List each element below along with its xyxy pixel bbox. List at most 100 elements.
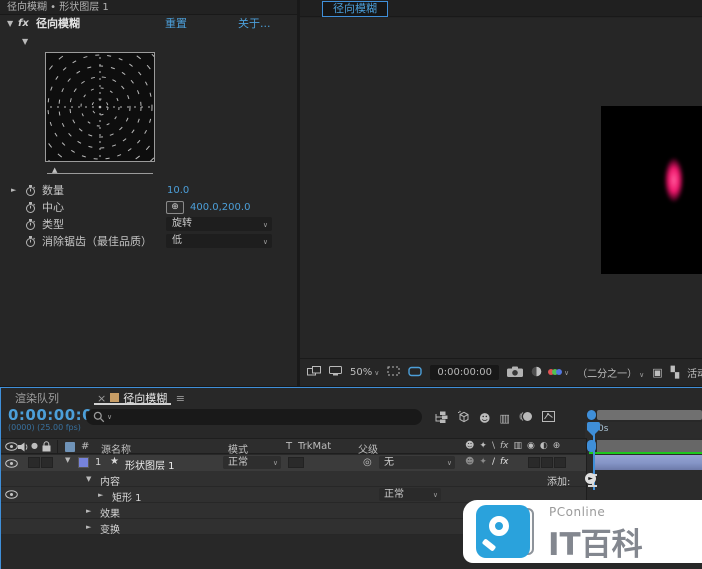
switch-box[interactable]	[541, 457, 553, 468]
work-area-bar[interactable]	[597, 440, 702, 452]
shy-icon[interactable]: ☻	[465, 441, 474, 451]
magnification-value: 50%	[350, 367, 372, 378]
frame-blend-icon[interactable]: ▥	[513, 441, 522, 451]
solo-icon[interactable]: ●	[31, 441, 38, 450]
comp-mini-flowchart-icon[interactable]	[433, 411, 448, 426]
column-mode[interactable]: 模式	[228, 441, 248, 456]
fx-toggle[interactable]: fx	[500, 457, 509, 467]
lock-icon[interactable]	[42, 441, 51, 455]
transparency-grid-icon[interactable]: ▚	[671, 366, 679, 379]
layer-color-chip[interactable]	[78, 457, 89, 468]
eye-icon[interactable]	[5, 442, 18, 454]
label-tag-icon[interactable]	[65, 442, 75, 452]
snapshot-camera-icon[interactable]	[507, 366, 523, 380]
contents-label: 内容	[100, 473, 120, 488]
fx-badge[interactable]: fx	[18, 15, 29, 33]
magnifier-handle	[482, 538, 497, 551]
parent-dropdown[interactable]: 无 ∨	[379, 456, 455, 469]
layer-number-column[interactable]: #	[81, 441, 89, 452]
panel-menu-icon[interactable]: ≡	[176, 392, 185, 405]
amount-value[interactable]: 10.0	[167, 182, 189, 199]
layer-name[interactable]: 形状图层 1	[125, 457, 175, 472]
rect-blend-mode-dropdown[interactable]: 正常 ∨	[379, 488, 441, 501]
motion-blur-icon[interactable]: ◉	[527, 441, 535, 451]
active-camera-select[interactable]: 活动摄	[687, 365, 702, 380]
timeline-search-input[interactable]: ∨	[86, 409, 422, 425]
property-row-antialias: 消除锯齿（最佳品质） 低 ∨	[0, 233, 297, 250]
collapse-preview-icon[interactable]: ▼	[22, 37, 28, 46]
amount-label: 数量	[42, 182, 64, 199]
column-parent[interactable]: 父级	[358, 441, 378, 456]
comp-viewer[interactable]	[300, 18, 702, 358]
expand-rect-icon[interactable]: ►	[98, 491, 103, 499]
property-row-type: 类型 旋转 ∨	[0, 216, 297, 233]
magnification-select[interactable]: 50%∨	[350, 367, 379, 378]
expand-layer-icon[interactable]: ▼	[65, 456, 70, 464]
comp-frame	[601, 106, 702, 274]
collapse-toggle[interactable]: ✦	[479, 457, 487, 467]
column-source-name[interactable]: 源名称	[101, 441, 131, 456]
switch-box[interactable]	[554, 457, 566, 468]
always-preview-icon[interactable]	[307, 366, 321, 379]
fx-icon[interactable]: fx	[500, 441, 509, 451]
collapse-transformations-icon[interactable]: ✦	[479, 441, 487, 451]
reset-button[interactable]: 重置	[165, 15, 187, 33]
stopwatch-icon[interactable]	[25, 235, 36, 253]
blend-mode-dropdown[interactable]: 正常 ∨	[223, 456, 281, 469]
switch-box[interactable]	[528, 457, 540, 468]
about-button[interactable]: 关于...	[238, 15, 271, 33]
layer-switches: ☻ ✦ / fx	[465, 457, 508, 467]
eye-icon[interactable]	[5, 490, 18, 502]
layer-duration-bar[interactable]	[594, 455, 702, 470]
time-navigator-bar[interactable]	[597, 410, 702, 420]
tab-render-queue[interactable]: 渲染队列	[15, 390, 59, 406]
preview-timecode[interactable]: 0:00:00:00	[430, 365, 499, 380]
chevron-down-icon: ∨	[374, 369, 379, 377]
solo-toggle[interactable]	[41, 457, 53, 468]
collapse-contents-icon[interactable]: ▼	[86, 475, 91, 483]
comp-tab[interactable]: 径向模糊	[322, 1, 388, 17]
type-dropdown[interactable]: 旋转 ∨	[166, 217, 272, 231]
parent-pickwhip-icon[interactable]: ◎	[363, 457, 372, 468]
frame-blending-icon[interactable]: ▥	[499, 412, 509, 425]
target-region-icon[interactable]: ▣	[652, 366, 662, 379]
channels-icon[interactable]: ∨	[550, 369, 569, 377]
center-crosshair-button[interactable]: ⊕	[166, 201, 184, 214]
mask-visibility-icon[interactable]	[408, 366, 422, 380]
monitor-icon[interactable]	[329, 366, 342, 379]
collapse-effect-icon[interactable]: ▼	[7, 15, 13, 33]
show-snapshot-icon[interactable]	[531, 366, 542, 380]
radial-blur-preview[interactable]	[45, 52, 155, 162]
antialias-dropdown[interactable]: 低 ∨	[166, 234, 272, 248]
quality-icon[interactable]: \	[492, 441, 495, 451]
add-button[interactable]: ►	[585, 473, 596, 484]
watermark-brand: PConline	[549, 505, 605, 519]
resolution-select[interactable]: （二分之一）∨	[577, 365, 644, 380]
expand-transform-icon[interactable]: ►	[86, 523, 91, 531]
draft-3d-icon[interactable]	[457, 410, 470, 426]
radial-blurred-shape	[664, 151, 686, 209]
adjustment-layer-icon[interactable]: ◐	[540, 441, 548, 451]
motion-blur-icon[interactable]	[519, 411, 533, 425]
hide-shy-layers-icon[interactable]: ☻	[479, 412, 490, 425]
graph-editor-icon[interactable]	[542, 411, 555, 425]
preview-slider-track[interactable]	[47, 173, 153, 174]
shy-toggle[interactable]: ☻	[465, 457, 474, 467]
current-time-indicator-playhead[interactable]	[587, 422, 600, 436]
eye-icon[interactable]	[5, 459, 18, 471]
audio-toggle[interactable]	[28, 457, 40, 468]
center-value[interactable]: 400.0,200.0	[190, 199, 250, 216]
three-d-layer-icon[interactable]: ⊕	[553, 441, 561, 451]
column-t[interactable]: T	[286, 441, 292, 452]
region-of-interest-icon[interactable]	[387, 366, 400, 379]
preview-slider-handle[interactable]: ▲	[52, 166, 57, 174]
search-icon	[93, 411, 105, 423]
comp-tab-strip: 径向模糊	[300, 0, 702, 17]
trkmat-box[interactable]	[288, 457, 304, 468]
column-trkmat[interactable]: TrkMat	[298, 441, 331, 452]
audio-icon[interactable]	[18, 442, 28, 455]
expand-amount-icon[interactable]: ►	[11, 182, 16, 199]
expand-effects-icon[interactable]: ►	[86, 507, 91, 515]
quality-toggle[interactable]: /	[492, 457, 495, 467]
time-navigator-start-handle[interactable]	[587, 410, 596, 420]
